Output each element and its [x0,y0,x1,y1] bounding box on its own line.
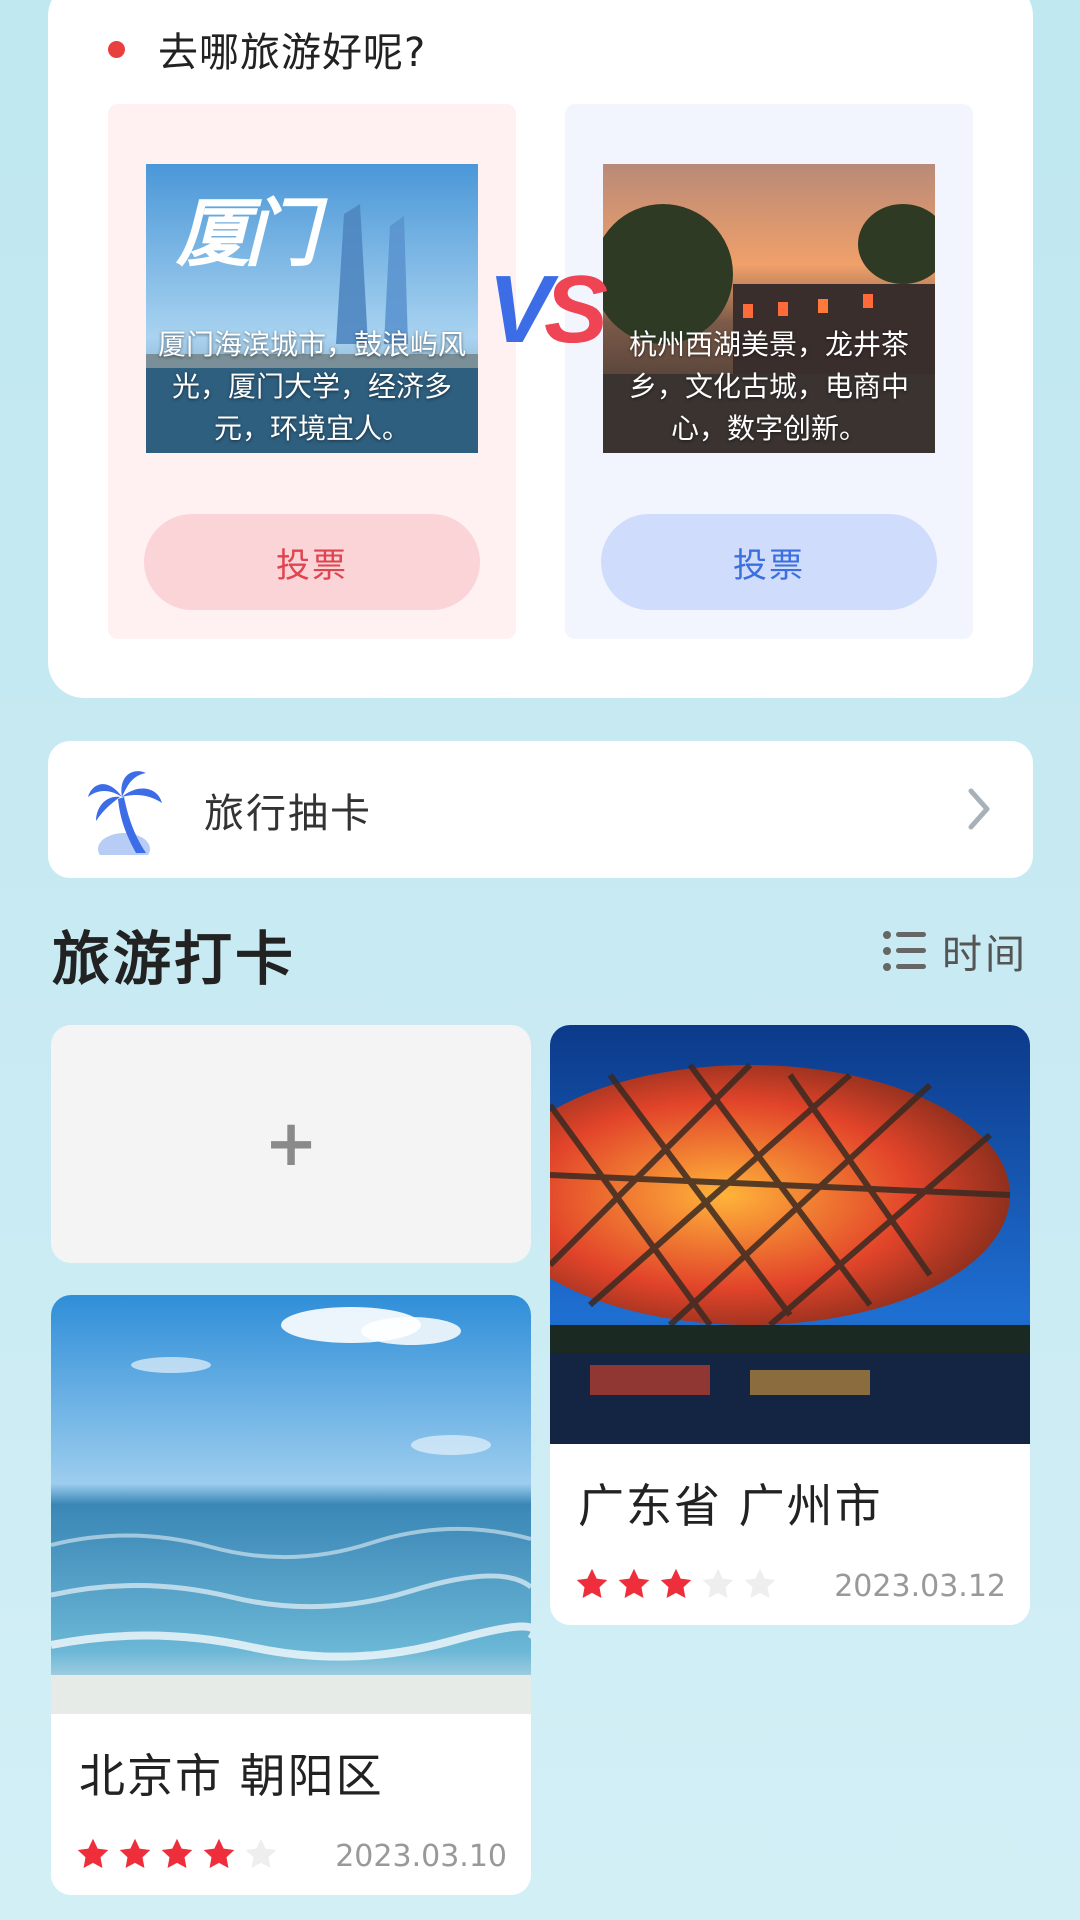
travel-draw-card[interactable]: 旅行抽卡 [48,741,1033,878]
xiamen-calligraphy: 厦门 [176,191,318,277]
sea-photo [51,1295,531,1714]
star-filled-icon [203,1838,235,1868]
sort-label: 时间 [942,932,1028,978]
star-filled-icon [77,1838,109,1868]
birds-nest-photo [550,1025,1030,1444]
star-filled-icon [576,1568,608,1598]
palm-tree-icon [88,771,162,855]
star-filled-icon [119,1838,151,1868]
vote-card: 去哪旅游好呢? 厦门 厦门海滨城市，鼓浪屿风光，厦门大学，经济多元，环境宜人。 … [48,0,1033,698]
travel-draw-label: 旅行抽卡 [204,791,372,837]
vote-option-xiamen: 厦门 厦门海滨城市，鼓浪屿风光，厦门大学，经济多元，环境宜人。 投票 [108,104,516,639]
vote-title: 去哪旅游好呢? [158,30,427,76]
vote-option-hangzhou: 杭州西湖美景，龙井茶乡，文化古城，电商中心，数字创新。 投票 [565,104,973,639]
hangzhou-image: 杭州西湖美景，龙井茶乡，文化古城，电商中心，数字创新。 [603,164,935,453]
section-title: 旅游打卡 [52,925,297,993]
chevron-right-icon [968,788,990,830]
star-filled-icon [618,1568,650,1598]
list-icon [883,931,926,971]
checkin-place: 北京市 朝阳区 [79,1749,384,1803]
sort-by-time-button[interactable]: 时间 [882,922,1028,980]
star-empty-icon [744,1568,776,1598]
checkin-date: 2023.03.12 [834,1569,1006,1604]
add-checkin-button[interactable]: + [51,1025,531,1263]
rating-stars [75,1836,285,1872]
hangzhou-description: 杭州西湖美景，龙井茶乡，文化古城，电商中心，数字创新。 [628,328,909,445]
checkin-date: 2023.03.10 [335,1839,507,1874]
star-empty-icon [702,1568,734,1598]
vs-badge: VS [488,256,608,363]
vote-title-row: 去哪旅游好呢? [108,20,426,78]
star-filled-icon [660,1568,692,1598]
vote-button-xiamen[interactable]: 投票 [144,514,480,610]
star-empty-icon [245,1838,277,1868]
checkin-card-guangzhou[interactable]: 广东省 广州市 2023.03.12 [550,1025,1030,1625]
plus-icon: + [264,1107,318,1181]
star-filled-icon [161,1838,193,1868]
checkin-card-beijing[interactable]: 北京市 朝阳区 2023.03.10 [51,1295,531,1895]
checkin-place: 广东省 广州市 [578,1479,883,1533]
rating-stars [574,1566,784,1602]
vote-button-hangzhou[interactable]: 投票 [601,514,937,610]
red-dot-icon [108,40,125,58]
xiamen-image: 厦门 厦门海滨城市，鼓浪屿风光，厦门大学，经济多元，环境宜人。 [146,164,478,453]
xiamen-description: 厦门海滨城市，鼓浪屿风光，厦门大学，经济多元，环境宜人。 [157,328,466,445]
